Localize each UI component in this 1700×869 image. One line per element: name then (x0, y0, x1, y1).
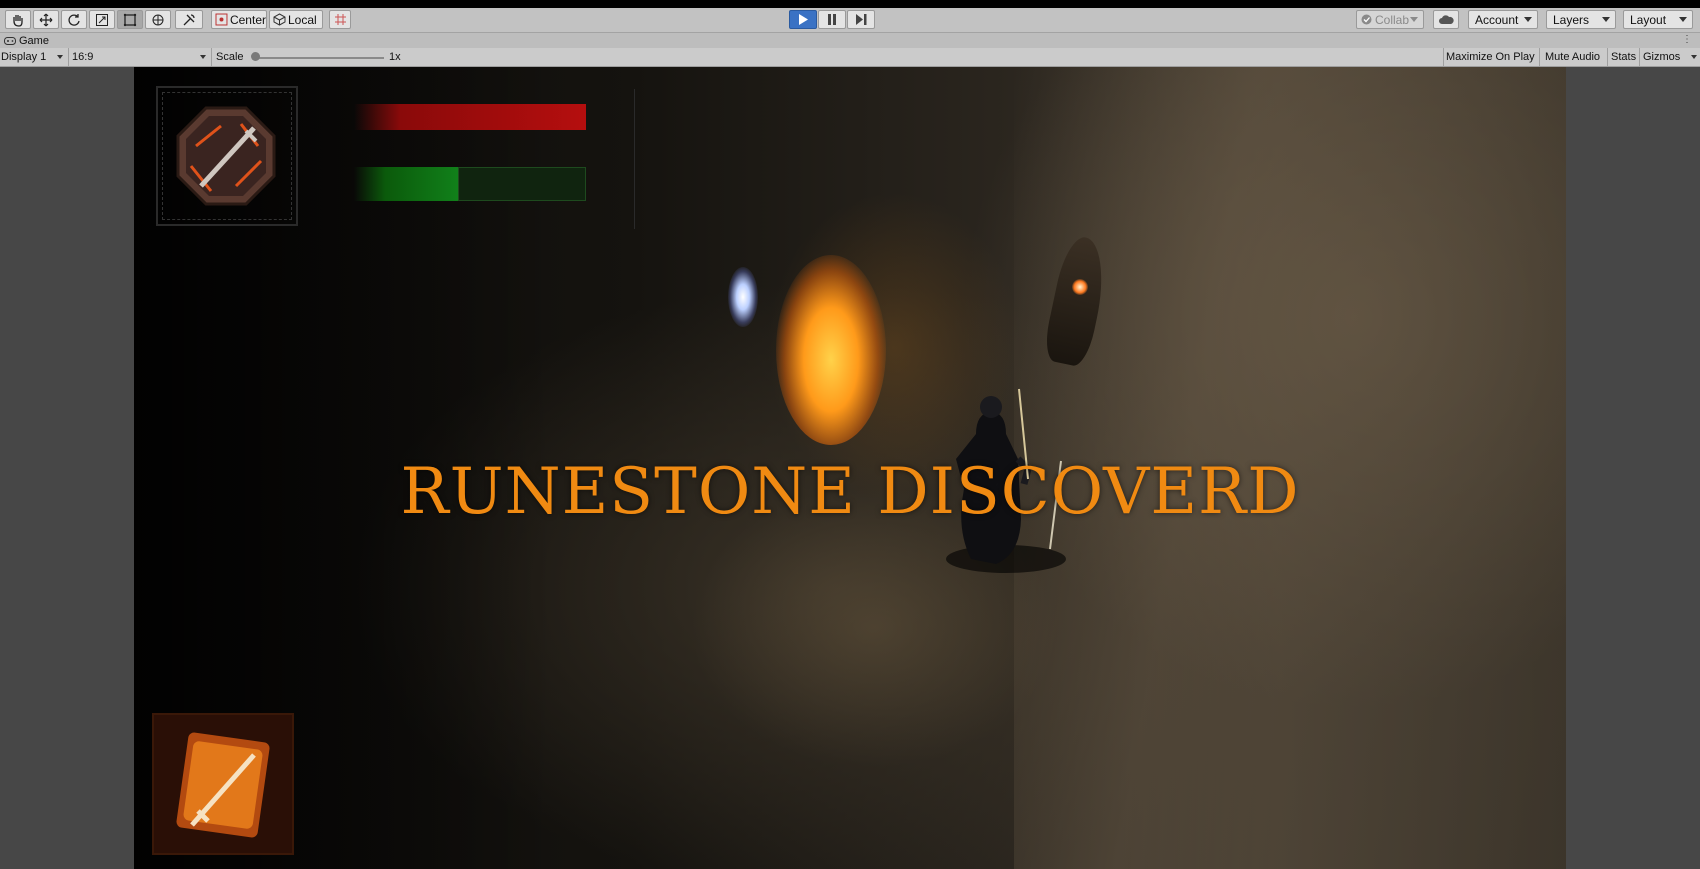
custom-tool-icon (183, 13, 195, 25)
tab-bar: Game ⋮ (0, 33, 1700, 48)
scale-slider-track[interactable] (254, 57, 384, 59)
rect-tool-button[interactable] (117, 10, 143, 29)
move-icon (39, 13, 53, 26)
hud-divider (634, 89, 635, 229)
mana-bar (354, 167, 586, 201)
pause-icon (828, 14, 836, 25)
move-tool-button[interactable] (33, 10, 59, 29)
pause-button[interactable] (818, 10, 846, 29)
pivot-rotation-button[interactable]: Local (269, 10, 323, 29)
game-viewport[interactable]: RUNESTONE DISCOVERD (134, 67, 1566, 869)
fire-sword-skill-icon (176, 732, 270, 838)
scale-label: Scale (216, 51, 244, 63)
step-button[interactable] (847, 10, 875, 29)
gamepad-icon (4, 36, 16, 45)
main-toolbar: Center Local Collab Account Layers Layou… (0, 8, 1700, 33)
scale-value: 1x (389, 51, 401, 63)
account-dropdown[interactable]: Account (1468, 10, 1538, 29)
layout-dropdown[interactable]: Layout (1623, 10, 1693, 29)
step-icon (855, 14, 866, 25)
divider (68, 48, 69, 66)
more-options-icon[interactable]: ⋮ (1682, 34, 1692, 45)
rotate-tool-button[interactable] (61, 10, 87, 29)
health-bar-fill (354, 104, 586, 130)
gizmos-label: Gizmos (1643, 51, 1681, 63)
chevron-down-icon (1410, 17, 1418, 22)
display-label: Display 1 (1, 51, 47, 63)
letterbox-right (1566, 67, 1700, 869)
health-bar (354, 104, 586, 130)
spark-effect (728, 267, 758, 327)
hand-tool-button[interactable] (5, 10, 31, 29)
display-dropdown[interactable]: Display 1 (1, 48, 67, 66)
account-label: Account (1475, 12, 1519, 27)
mana-bar-empty (458, 167, 586, 201)
cube-icon (273, 13, 286, 26)
collab-dropdown[interactable]: Collab (1356, 10, 1424, 29)
layers-dropdown[interactable]: Layers (1546, 10, 1616, 29)
divider (1639, 48, 1640, 66)
pivot-rotation-label: Local (288, 12, 317, 27)
tab-game[interactable]: Game (0, 33, 49, 48)
tab-game-label: Game (19, 34, 49, 47)
custom-tool-button[interactable] (175, 10, 203, 29)
grid-snap-button[interactable] (329, 10, 351, 29)
chevron-down-icon (1691, 55, 1697, 59)
pivot-center-icon (215, 13, 228, 26)
mute-audio-toggle[interactable]: Mute Audio (1545, 48, 1600, 66)
hand-icon (13, 14, 23, 27)
stats-toggle[interactable]: Stats (1611, 48, 1636, 66)
divider (1607, 48, 1608, 66)
chevron-down-icon (57, 55, 63, 59)
grid-snap-icon (334, 14, 346, 25)
chevron-down-icon (200, 55, 206, 59)
divider (1443, 48, 1444, 66)
aspect-label: 16:9 (72, 51, 94, 63)
rect-icon (123, 13, 137, 26)
banner-message: RUNESTONE DISCOVERD (400, 455, 1300, 529)
maximize-on-play-toggle[interactable]: Maximize On Play (1446, 48, 1535, 66)
divider (211, 48, 212, 66)
class-emblem-icon (176, 106, 276, 206)
gizmos-dropdown[interactable]: Gizmos (1643, 48, 1699, 66)
runestone-glow (1072, 279, 1088, 295)
transform-tool-button[interactable] (145, 10, 171, 29)
play-button[interactable] (789, 10, 817, 29)
transform-icon (152, 14, 164, 25)
cloud-button[interactable] (1433, 10, 1459, 29)
rotate-icon (68, 13, 80, 26)
pivot-mode-button[interactable]: Center (211, 10, 267, 29)
pivot-mode-label: Center (229, 12, 266, 27)
scale-slider-thumb[interactable] (251, 52, 260, 61)
top-black-band (0, 0, 1700, 8)
divider (1539, 48, 1540, 66)
layout-label: Layout (1630, 12, 1667, 27)
letterbox-left (0, 67, 134, 869)
scale-tool-button[interactable] (89, 10, 115, 29)
collab-label: Collab (1375, 12, 1410, 27)
chevron-down-icon (1602, 17, 1610, 22)
play-icon (799, 14, 808, 25)
chevron-down-icon (1679, 17, 1687, 22)
cloud-icon (1438, 14, 1454, 24)
skill-slot[interactable] (152, 713, 294, 855)
check-icon (1361, 14, 1372, 25)
aspect-dropdown[interactable]: 16:9 (70, 48, 210, 66)
game-control-bar: Display 1 16:9 Scale 1x Maximize On Play… (0, 48, 1700, 67)
chevron-down-icon (1524, 17, 1532, 22)
layers-label: Layers (1553, 12, 1590, 27)
scale-icon (96, 13, 108, 26)
mana-bar-fill (354, 167, 459, 201)
